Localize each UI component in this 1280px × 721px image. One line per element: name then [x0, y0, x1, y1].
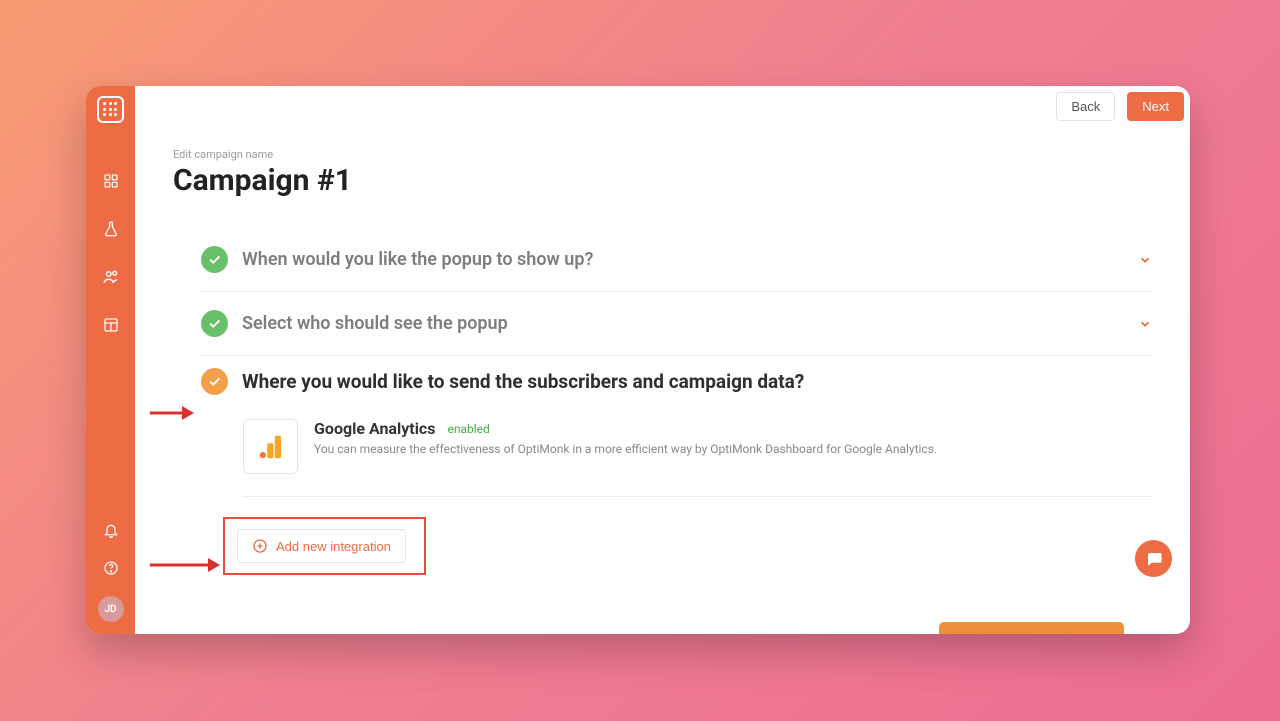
integration-row[interactable]: Google Analytics enabled You can measure… — [243, 419, 1152, 497]
step-when[interactable]: When would you like the popup to show up… — [201, 228, 1152, 292]
check-current-icon — [201, 368, 228, 395]
flask-icon — [103, 221, 119, 237]
finish-button-peek[interactable] — [939, 622, 1124, 634]
integration-body: Google Analytics enabled You can measure… — [314, 419, 1152, 456]
check-complete-icon — [201, 310, 228, 337]
next-button[interactable]: Next — [1127, 92, 1184, 121]
chevron-down-icon — [1138, 317, 1152, 331]
add-new-integration-label: Add new integration — [276, 539, 391, 554]
google-analytics-icon — [243, 419, 298, 474]
main: Back Next Edit campaign name Campaign #1… — [135, 86, 1190, 634]
status-badge: enabled — [447, 422, 489, 436]
topbar: Back Next — [1056, 92, 1184, 121]
step-when-label: When would you like the popup to show up… — [242, 249, 1138, 270]
grid-icon — [103, 173, 119, 189]
sidebar-item-help[interactable] — [101, 558, 121, 578]
sidebar: JD — [86, 86, 135, 634]
sidebar-item-templates[interactable] — [101, 315, 121, 335]
help-icon — [103, 560, 119, 576]
content: Edit campaign name Campaign #1 When woul… — [135, 86, 1190, 585]
step-where-panel: Where you would like to send the subscri… — [201, 368, 1152, 585]
layout-icon — [103, 317, 119, 333]
sidebar-item-experiments[interactable] — [101, 219, 121, 239]
sidebar-item-notifications[interactable] — [101, 520, 121, 540]
avatar[interactable]: JD — [98, 596, 124, 622]
step-where-label: Where you would like to send the subscri… — [242, 370, 804, 393]
chat-fab[interactable] — [1135, 540, 1172, 577]
add-new-integration-button[interactable]: Add new integration — [237, 529, 406, 563]
back-button[interactable]: Back — [1056, 92, 1115, 121]
integration-description: You can measure the effectiveness of Opt… — [314, 442, 1152, 456]
brand-logo[interactable] — [97, 96, 124, 123]
sidebar-item-dashboard[interactable] — [101, 171, 121, 191]
sidebar-bottom: JD — [98, 520, 124, 622]
plus-circle-icon — [252, 538, 268, 554]
bell-icon — [103, 522, 119, 538]
chevron-down-icon — [1138, 253, 1152, 267]
chat-icon — [1145, 550, 1163, 568]
app-window: JD Back Next Edit campaign name Campaign… — [86, 86, 1190, 634]
step-where-header[interactable]: Where you would like to send the subscri… — [201, 368, 1152, 395]
sidebar-top — [97, 96, 124, 335]
brand-logo-icon — [103, 102, 118, 117]
annotation-highlight-add: Add new integration — [223, 517, 426, 575]
edit-campaign-name-link[interactable]: Edit campaign name — [173, 148, 1152, 161]
sidebar-item-audience[interactable] — [101, 267, 121, 287]
step-who[interactable]: Select who should see the popup — [201, 292, 1152, 356]
page-title: Campaign #1 — [173, 163, 1152, 198]
users-icon — [102, 268, 120, 286]
step-who-label: Select who should see the popup — [242, 313, 1138, 334]
check-complete-icon — [201, 246, 228, 273]
integration-title: Google Analytics — [314, 419, 435, 438]
